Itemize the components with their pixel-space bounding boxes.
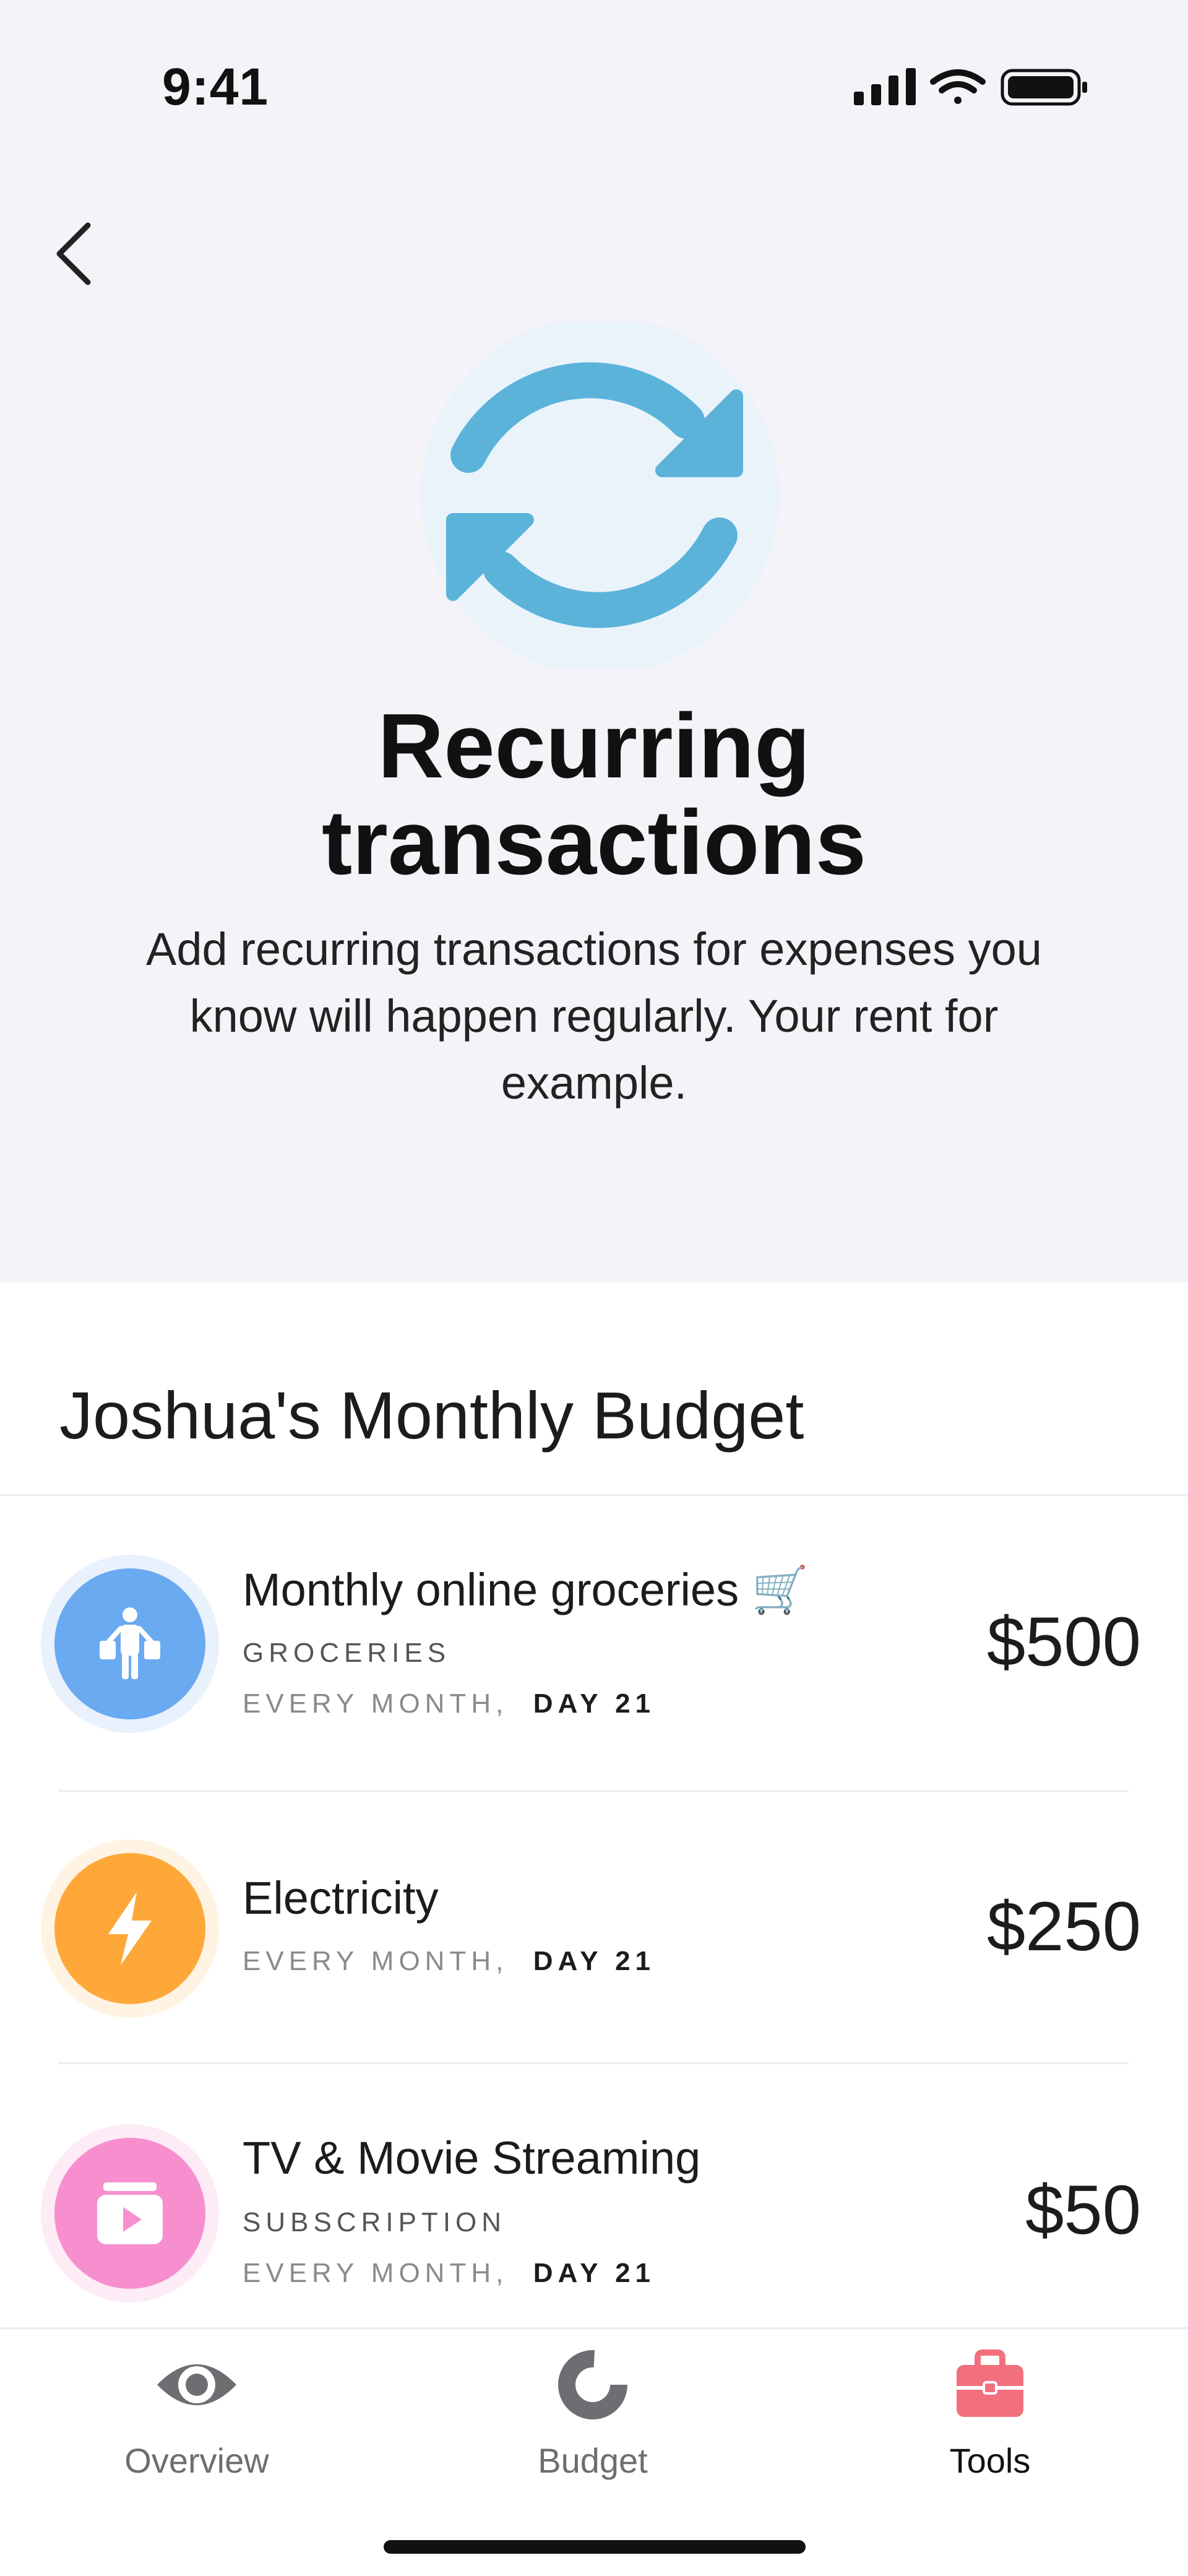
transaction-category: SUBSCRIPTION [243,2207,507,2237]
schedule-frequency: EVERY MONTH, [243,2258,509,2288]
transaction-amount: $50 [1025,2171,1141,2249]
play-box-icon [54,2138,205,2289]
transaction-schedule: EVERY MONTH, DAY 21 [243,1946,655,1977]
recurring-transactions-screen: 9:41 Recurring transactions Add recurrin… [0,0,1188,2576]
transaction-row-electricity[interactable]: Electricity EVERY MONTH, DAY 21 $250 [0,1813,1188,2036]
transaction-name: TV & Movie Streaming [243,2132,701,2184]
battery-icon [1001,69,1087,106]
schedule-day: DAY 21 [533,2258,656,2288]
transaction-schedule: EVERY MONTH, DAY 21 [243,1688,655,1719]
tab-label: Budget [538,2441,648,2480]
transaction-category: GROCERIES [243,1638,451,1668]
tab-label: Overview [124,2441,269,2480]
transaction-name: Electricity [243,1872,439,1924]
row-divider [58,2062,1129,2064]
signal-icon [854,68,916,105]
page-title: Recurring transactions [321,695,867,894]
section-divider [0,1494,1188,1496]
status-time: 9:41 [162,58,269,116]
transaction-amount: $250 [986,1888,1141,1965]
tab-label: Tools [949,2441,1031,2480]
eye-icon [157,2364,236,2405]
schedule-day: DAY 21 [533,1688,656,1719]
shopping-person-icon [54,1568,205,1719]
lightning-icon [54,1853,205,2004]
transaction-row-streaming[interactable]: TV & Movie Streaming SUBSCRIPTION EVERY … [0,2092,1188,2327]
status-icons [854,68,1087,106]
hero-section: 9:41 Recurring transactions Add recurrin… [0,0,1188,1282]
schedule-day: DAY 21 [533,1946,656,1976]
page-description: Add recurring transactions for expenses … [146,923,1042,1109]
schedule-frequency: EVERY MONTH, [243,1946,509,1976]
transaction-amount: $500 [986,1603,1141,1680]
wifi-icon [930,69,986,104]
back-chevron-icon[interactable] [50,217,105,291]
budget-title: Joshua's Monthly Budget [59,1378,804,1453]
row-divider [58,1790,1129,1792]
tab-tools[interactable]: Tools [866,2348,1114,2509]
schedule-frequency: EVERY MONTH, [243,1688,509,1719]
tab-budget[interactable]: Budget [469,2348,717,2509]
toolbox-icon [957,2349,1023,2417]
tab-overview[interactable]: Overview [73,2348,321,2509]
recurring-arrows-icon [421,322,780,668]
transaction-name: Monthly online groceries 🛒 [243,1564,809,1615]
home-indicator [384,2540,806,2554]
donut-chart-icon [558,2350,627,2419]
transaction-schedule: EVERY MONTH, DAY 21 [243,2258,655,2289]
tab-bar: Overview Budget Tools [0,2327,1188,2576]
transaction-row-groceries[interactable]: Monthly online groceries 🛒 GROCERIES EVE… [0,1529,1188,1776]
